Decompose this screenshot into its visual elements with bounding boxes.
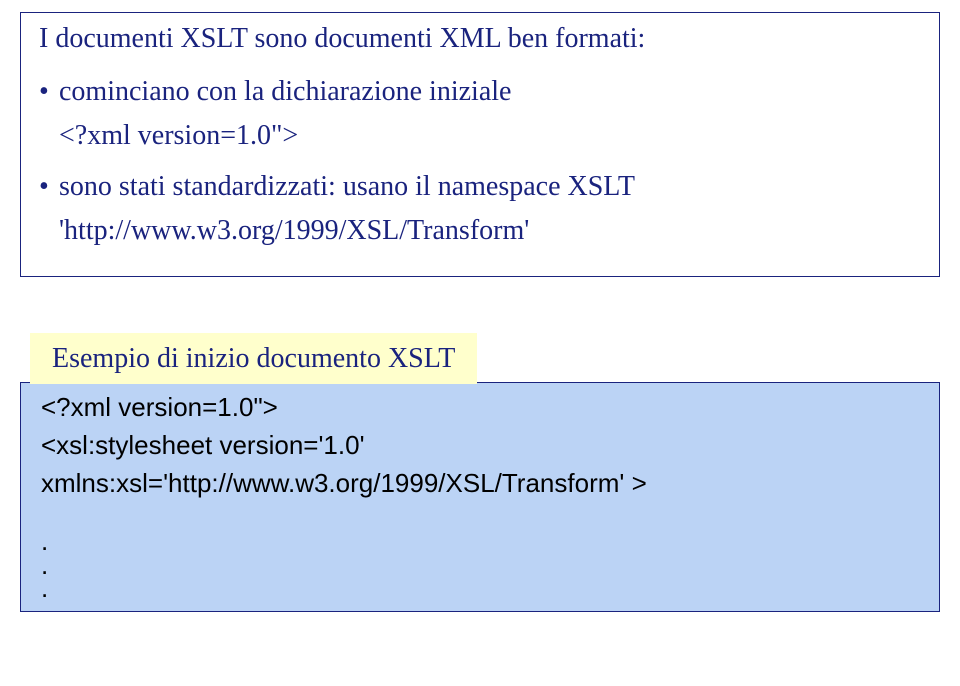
bullet1-text: cominciano con la dichiarazione iniziale <box>59 76 511 107</box>
dot-2: . <box>41 554 919 577</box>
ellipsis-block: . . . <box>41 530 919 600</box>
bullet-namespace: sono stati standardizzati: usano il name… <box>39 165 921 208</box>
definition-title: I documenti XSLT sono documenti XML ben … <box>39 17 921 60</box>
dot-3: . <box>41 577 919 600</box>
code-line-2: <xsl:stylesheet version='1.0' <box>41 427 919 465</box>
example-code-box: <?xml version=1.0"> <xsl:stylesheet vers… <box>20 382 940 612</box>
bullet2-text: sono stati standardizzati: usano il name… <box>59 171 635 202</box>
code-line-1: <?xml version=1.0"> <box>41 389 919 427</box>
slide-page: I documenti XSLT sono documenti XML ben … <box>0 0 960 686</box>
bullet2-sub: 'http://www.w3.org/1999/XSL/Transform' <box>39 209 921 252</box>
definition-box: I documenti XSLT sono documenti XML ben … <box>20 12 940 277</box>
bullet1-sub: <?xml version=1.0"> <box>39 114 921 157</box>
dot-1: . <box>41 530 919 553</box>
code-line-3: xmlns:xsl='http://www.w3.org/1999/XSL/Tr… <box>41 465 919 503</box>
bullet-xml-declaration: cominciano con la dichiarazione iniziale <box>39 70 921 113</box>
example-heading: Esempio di inizio documento XSLT <box>30 333 477 384</box>
definition-list-2: sono stati standardizzati: usano il name… <box>39 165 921 208</box>
definition-list: cominciano con la dichiarazione iniziale <box>39 70 921 113</box>
example-section: Esempio di inizio documento XSLT <?xml v… <box>20 333 940 612</box>
